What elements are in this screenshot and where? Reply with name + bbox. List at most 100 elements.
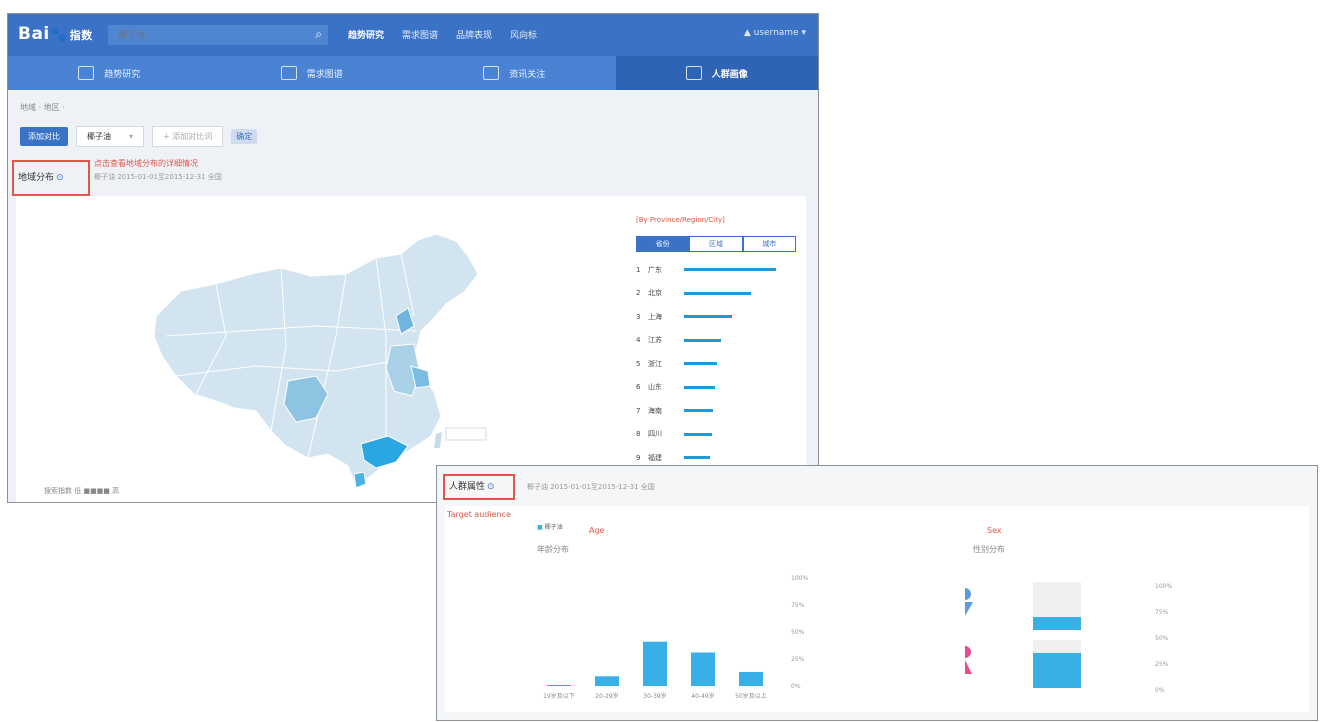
tab-region[interactable]: 区域 bbox=[689, 236, 743, 252]
map-hainan bbox=[353, 471, 367, 489]
y-tick-label: 50% bbox=[1155, 635, 1169, 642]
sub-nav: 趋势研究 需求图谱 资讯关注 人群画像 bbox=[8, 56, 818, 90]
ranking-bar bbox=[684, 338, 721, 342]
ranking-bar bbox=[684, 385, 716, 389]
crowd-panel: Target audience ■ 椰子油 Age 年龄分布 Sex 性别分布 … bbox=[445, 506, 1309, 712]
map-taiwan bbox=[434, 432, 442, 448]
y-tick-label: 75% bbox=[791, 602, 805, 609]
gender-bar bbox=[1033, 617, 1081, 630]
logo-sub: 指数 bbox=[69, 29, 93, 42]
search-box[interactable]: ⌕ bbox=[108, 25, 328, 45]
y-tick-label: 50% bbox=[791, 629, 805, 636]
crowd-title-text: 人群属性 bbox=[449, 482, 486, 492]
tab-city[interactable]: 城市 bbox=[742, 236, 796, 252]
ranking-bar bbox=[684, 409, 714, 413]
ranking-row[interactable]: 2 北京 bbox=[636, 282, 796, 306]
region-meta: 椰子油 2015-01-01至2015-12-31 全国 bbox=[94, 173, 222, 181]
x-tick-label: 30-39岁 bbox=[643, 692, 666, 700]
y-tick-label: 25% bbox=[1155, 661, 1169, 668]
x-tick-label: 19岁及以下 bbox=[543, 692, 575, 700]
ranking-row[interactable]: 5 浙江 bbox=[636, 352, 796, 376]
ranking-province: 上海 bbox=[648, 312, 662, 321]
female-icon bbox=[965, 646, 971, 658]
china-map-svg bbox=[153, 233, 487, 489]
paw-icon: 🐾 bbox=[49, 27, 68, 43]
region-panel: 搜索指数 低 ■■■■ 高 [By Province/Region/City] … bbox=[16, 196, 806, 502]
ranking-province: 山东 bbox=[648, 383, 662, 392]
ranking-bar bbox=[684, 315, 732, 319]
news-icon bbox=[483, 66, 500, 80]
ranking-row[interactable]: 3 上海 bbox=[636, 305, 796, 329]
ranking-bar bbox=[684, 291, 752, 295]
region-section-title[interactable]: 地域分布 ⊙ bbox=[18, 170, 64, 183]
ranking-number: 8 bbox=[636, 430, 641, 439]
legend-label: 椰子油 bbox=[544, 524, 563, 531]
x-tick-label: 40-49岁 bbox=[691, 692, 714, 700]
compare-button[interactable]: 添加对比 bbox=[20, 127, 68, 146]
age-bar bbox=[643, 641, 667, 686]
ranking-row[interactable]: 4 江苏 bbox=[636, 329, 796, 353]
tab-demand[interactable]: 需求图谱 bbox=[211, 56, 414, 90]
china-map[interactable] bbox=[16, 196, 616, 496]
search-icon[interactable]: ⌕ bbox=[315, 27, 322, 42]
info-icon: ⊙ bbox=[56, 173, 64, 183]
ranking-number: 3 bbox=[636, 312, 641, 321]
logo-text: Bai bbox=[18, 24, 50, 44]
nav-demand[interactable]: 需求图谱 bbox=[402, 28, 438, 41]
ranking-province: 浙江 bbox=[648, 359, 662, 368]
male-body-icon bbox=[965, 602, 973, 616]
map-legend: 搜索指数 低 ■■■■ 高 bbox=[44, 487, 120, 495]
tab-crowd[interactable]: 人群画像 bbox=[615, 56, 818, 90]
age-chart-title: 年龄分布 bbox=[537, 545, 569, 554]
ranking-bar bbox=[684, 432, 712, 436]
tab-province[interactable]: 省份 bbox=[636, 236, 690, 252]
ranking-number: 7 bbox=[636, 406, 641, 415]
ranking-bar bbox=[684, 268, 776, 272]
gender-chart-title: 性别分布 bbox=[973, 545, 1005, 554]
crowd-section-title[interactable]: 人群属性 ⊙ bbox=[449, 479, 495, 492]
user-menu[interactable]: ▲ username ▾ bbox=[744, 28, 806, 38]
tab-trend[interactable]: 趋势研究 bbox=[8, 56, 211, 90]
ranking-province: 北京 bbox=[648, 289, 662, 298]
filter-row: 添加对比 椰子油 ▾ + 添加对比词 确定 bbox=[20, 126, 258, 147]
graph-icon bbox=[280, 66, 297, 80]
ranking-title: [By Province/Region/City] bbox=[636, 216, 725, 224]
nav-brand[interactable]: 品牌表现 bbox=[456, 28, 492, 41]
x-tick-label: 20-29岁 bbox=[595, 692, 618, 700]
ranking-row[interactable]: 1 广东 bbox=[636, 258, 796, 282]
ranking-bar bbox=[684, 456, 710, 460]
baidu-index-logo[interactable]: Bai🐾 指数 bbox=[18, 24, 93, 44]
male-icon bbox=[965, 588, 971, 600]
y-tick-label: 75% bbox=[1155, 609, 1169, 616]
ranking-row[interactable]: 8 四川 bbox=[636, 423, 796, 447]
nav-vane[interactable]: 风向标 bbox=[510, 28, 537, 41]
keyword-select[interactable]: 椰子油 ▾ bbox=[76, 126, 145, 147]
search-input[interactable] bbox=[116, 27, 300, 45]
y-tick-label: 100% bbox=[791, 575, 808, 582]
ranking-number: 9 bbox=[636, 453, 641, 462]
age-bar bbox=[595, 676, 619, 686]
female-body-icon bbox=[965, 660, 972, 674]
ranking-number: 1 bbox=[636, 265, 641, 274]
ranking-province: 江苏 bbox=[648, 336, 662, 345]
tab-news[interactable]: 资讯关注 bbox=[413, 56, 616, 90]
nav-trend[interactable]: 趋势研究 bbox=[348, 28, 384, 41]
y-tick-label: 0% bbox=[791, 683, 801, 690]
ranking-tabs: 省份 区域 城市 bbox=[636, 236, 796, 252]
legend-dot: ■ bbox=[537, 524, 543, 531]
ranking-province: 广东 bbox=[648, 265, 662, 274]
x-tick-label: 50岁及以上 bbox=[735, 692, 767, 700]
ranking-province: 四川 bbox=[648, 430, 662, 439]
add-compare-input[interactable]: + 添加对比词 bbox=[152, 126, 224, 147]
series-legend: ■ 椰子油 bbox=[537, 522, 563, 531]
ranking-number: 2 bbox=[636, 289, 641, 298]
age-bar bbox=[739, 671, 763, 686]
ranking-row[interactable]: 7 海南 bbox=[636, 399, 796, 423]
confirm-chip[interactable]: 确定 bbox=[231, 129, 258, 144]
y-tick-label: 100% bbox=[1155, 583, 1172, 590]
people-icon bbox=[685, 66, 702, 80]
south-sea-inset bbox=[445, 427, 487, 441]
y-tick-label: 0% bbox=[1155, 687, 1165, 694]
ranking-row[interactable]: 6 山东 bbox=[636, 376, 796, 400]
region-title-text: 地域分布 bbox=[18, 173, 55, 183]
